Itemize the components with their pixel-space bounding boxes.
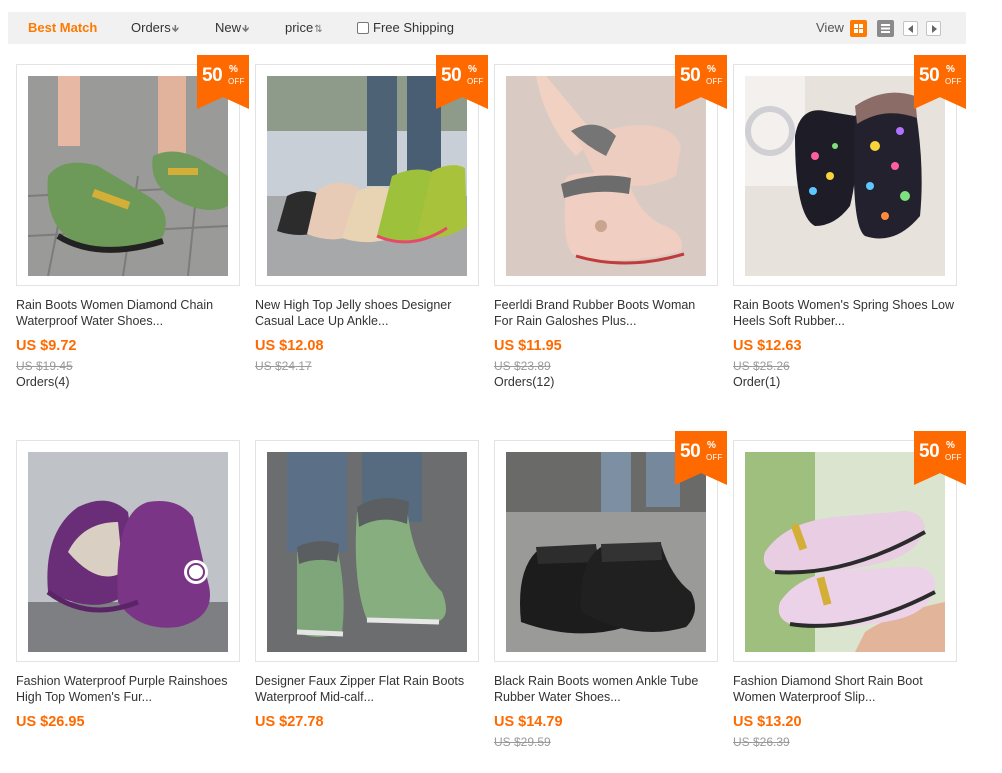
product-title[interactable]: Black Rain Boots women Ankle Tube Rubber…	[494, 673, 718, 707]
product-original-price: US $23.89	[494, 359, 551, 373]
product-image-link[interactable]: 50 % OFF	[733, 431, 966, 662]
sort-updown-icon: ⇅	[314, 24, 323, 35]
discount-off-label: OFF	[467, 77, 484, 86]
product-title[interactable]: New High Top Jelly shoes Designer Casual…	[255, 297, 479, 331]
product-price: US $12.08	[255, 338, 324, 354]
product-image-link[interactable]: 50 % OFF	[255, 55, 488, 286]
prev-page-icon[interactable]	[903, 21, 918, 36]
product-price: US $14.79	[494, 714, 563, 730]
discount-percent-sign: %	[946, 440, 955, 451]
sort-new-label: New	[215, 20, 242, 35]
product-title[interactable]: Fashion Diamond Short Rain Boot Women Wa…	[733, 673, 957, 707]
discount-percent: 50	[680, 441, 701, 462]
discount-percent: 50	[441, 65, 462, 86]
product-original-price: US $19.45	[16, 359, 73, 373]
sort-new[interactable]: New🡻	[215, 12, 249, 44]
sort-best-match-label: Best Match	[28, 20, 98, 35]
product-original-price: US $29.59	[494, 735, 551, 749]
list-view-icon[interactable]	[877, 20, 894, 37]
product-original-price: US $26.39	[733, 735, 790, 749]
product-price: US $12.63	[733, 338, 802, 354]
discount-percent-sign: %	[946, 64, 955, 75]
view-label: View	[816, 20, 844, 35]
product-title[interactable]: Designer Faux Zipper Flat Rain Boots Wat…	[255, 673, 479, 707]
sort-price[interactable]: price⇅	[285, 12, 323, 44]
arrow-down-icon: 🡻	[242, 24, 250, 35]
discount-percent-sign: %	[229, 64, 238, 75]
product-price: US $26.95	[16, 714, 85, 730]
product-orders-count: Orders(4)	[16, 375, 70, 389]
product-original-price: US $25.26	[733, 359, 790, 373]
free-shipping-label: Free Shipping	[373, 20, 454, 35]
product-title[interactable]: Feerldi Brand Rubber Boots Woman For Rai…	[494, 297, 718, 331]
sort-orders-label: Orders	[131, 20, 171, 35]
free-shipping-filter[interactable]: Free Shipping	[357, 12, 454, 44]
product-price: US $13.20	[733, 714, 802, 730]
product-image-link[interactable]: 50 % OFF	[494, 55, 727, 286]
product-title[interactable]: Rain Boots Women Diamond Chain Waterproo…	[16, 297, 240, 331]
discount-percent: 50	[919, 65, 940, 86]
discount-off-label: OFF	[706, 453, 723, 462]
free-shipping-checkbox[interactable]	[357, 22, 369, 34]
discount-percent: 50	[680, 65, 701, 86]
product-orders-count: Orders(12)	[494, 375, 555, 389]
discount-off-label: OFF	[945, 453, 962, 462]
product-image-link[interactable]: 50 % OFF	[494, 431, 727, 662]
sort-best-match[interactable]: Best Match	[28, 12, 97, 44]
next-page-icon[interactable]	[926, 21, 941, 36]
product-image-link[interactable]	[16, 440, 240, 662]
product-orders-count: Order(1)	[733, 375, 781, 389]
product-image-link[interactable]: 50 % OFF	[733, 55, 966, 286]
product-title[interactable]: Rain Boots Women's Spring Shoes Low Heel…	[733, 297, 957, 331]
arrow-down-icon: 🡻	[171, 24, 179, 35]
discount-percent-sign: %	[707, 64, 716, 75]
product-price: US $9.72	[16, 338, 77, 354]
discount-percent: 50	[919, 441, 940, 462]
sort-price-label: price	[285, 20, 314, 35]
product-image-link[interactable]: 50 % OFF	[16, 55, 249, 286]
product-price: US $11.95	[494, 338, 562, 354]
sort-orders[interactable]: Orders🡻	[131, 12, 179, 44]
sort-bar: Best Match Orders🡻 New🡻 price⇅ Free Ship…	[8, 12, 966, 44]
product-price: US $27.78	[255, 714, 324, 730]
grid-view-icon[interactable]	[850, 20, 867, 37]
discount-percent-sign: %	[468, 64, 477, 75]
discount-percent: 50	[202, 65, 223, 86]
discount-off-label: OFF	[706, 77, 723, 86]
discount-off-label: OFF	[228, 77, 245, 86]
discount-off-label: OFF	[945, 77, 962, 86]
product-photo	[267, 452, 467, 652]
product-image-link[interactable]	[255, 440, 479, 662]
product-photo	[28, 452, 228, 652]
discount-percent-sign: %	[707, 440, 716, 451]
product-original-price: US $24.17	[255, 359, 312, 373]
product-title[interactable]: Fashion Waterproof Purple Rainshoes High…	[16, 673, 240, 707]
